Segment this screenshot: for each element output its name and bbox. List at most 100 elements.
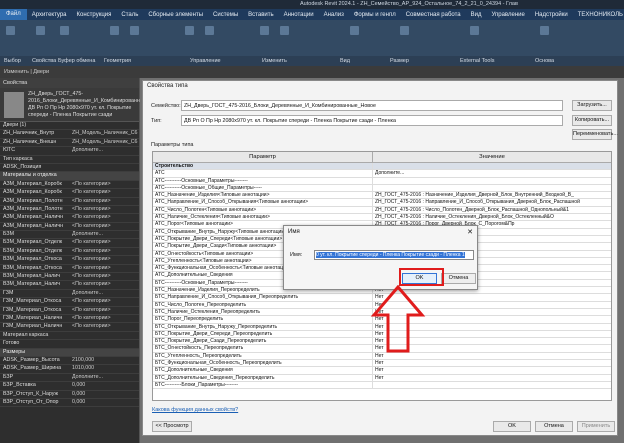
cut-icon[interactable]	[110, 26, 119, 35]
table-row[interactable]: БТС_Дополнительные_Сведения_Переопредели…	[153, 374, 611, 382]
property-value[interactable]: <По категории>	[70, 273, 139, 280]
host-icon[interactable]	[540, 26, 549, 35]
property-value[interactable]: 1010,000	[70, 365, 139, 372]
property-row[interactable]: ГЗМ Дополните...	[0, 290, 139, 299]
menu-item[interactable]: Надстройки	[530, 12, 573, 18]
property-value[interactable]: 2100,000	[70, 357, 139, 364]
property-value[interactable]: <По категории>	[70, 281, 139, 288]
name-input[interactable]: 0 ут. кл. Покрытие спереди - Пленка Покр…	[314, 250, 474, 260]
property-value[interactable]: ZH_Модель_Наличник_С6	[70, 139, 139, 146]
help-link[interactable]: Какова функция данных свойств?	[152, 407, 238, 413]
property-row[interactable]: ГЗМ_Материал_Наличн <По категории>	[0, 315, 139, 324]
table-row[interactable]: БТС----------Блоки_Параметры--------	[153, 381, 611, 390]
property-row[interactable]: БЗМ_Материал_Отделк <По категории>	[0, 239, 139, 248]
property-row[interactable]: АЗМ_Материал_Полотн <По категории>	[0, 198, 139, 206]
property-row[interactable]: ZH_Наличник_Внутр ZH_Модель_Наличник_С6	[0, 130, 139, 139]
modify-icon[interactable]	[6, 26, 15, 35]
menu-item[interactable]: ТЕХНОНИКОЛЬ	[573, 12, 624, 18]
property-row[interactable]: АЗМ_Материал_Наличн <По категории>	[0, 214, 139, 223]
paste-icon[interactable]	[60, 26, 69, 35]
property-row[interactable]: ZH_Наличник_Внешн ZH_Модель_Наличник_С6	[0, 139, 139, 148]
parameter-value[interactable]: ZH_ГОСТ_475-2016 : Число_Полотен_Дверной…	[373, 207, 611, 213]
table-row[interactable]: АТС----------Основные_Параметры--------	[153, 177, 611, 185]
property-value[interactable]: <По категории>	[70, 206, 139, 213]
parameter-value[interactable]: Нет	[373, 375, 611, 381]
menu-item[interactable]: Управление	[486, 12, 529, 18]
property-value[interactable]	[70, 332, 139, 339]
property-row[interactable]: Тип каркаса	[0, 156, 139, 164]
mirror-icon[interactable]	[280, 26, 289, 35]
parameter-value[interactable]: ZH_ГОСТ_475-2016 : Наличие_Остекления_Дв…	[373, 214, 611, 220]
property-row[interactable]: АЗМ_Материал_Полотн <По категории>	[0, 206, 139, 215]
type-select[interactable]: ДВ Рп О Пр Нр 2080х970 ут. кл. Покрытие …	[181, 115, 563, 126]
table-row[interactable]: АТС Дополните...	[153, 170, 611, 178]
property-row[interactable]: Материалы и отделка	[0, 172, 139, 181]
property-value[interactable]: Дополните...	[70, 231, 139, 238]
menu-item[interactable]: Вставить	[243, 12, 278, 18]
parameter-value[interactable]: Нет	[373, 367, 611, 373]
property-value[interactable]	[70, 349, 139, 356]
property-value[interactable]: <По категории>	[70, 198, 139, 205]
property-row[interactable]: ВЗР_Отступ_К_Наруж 0,000	[0, 391, 139, 399]
type-selector[interactable]: ZH_Дверь_ГОСТ_475-2016_Блоки_Деревянные_…	[0, 88, 165, 122]
property-value[interactable]: Дополните...	[70, 147, 139, 154]
table-row[interactable]: БТС_Функциональная_Особенность_Переопред…	[153, 360, 611, 368]
ok-button[interactable]: OK	[493, 421, 531, 432]
property-row[interactable]: ВЗР_Отступ_От_Опор 0,000	[0, 399, 139, 408]
property-value[interactable]: ZH_Модель_Наличник_С6	[70, 130, 139, 137]
parameter-value[interactable]: Дополните...	[373, 170, 611, 176]
apply-button[interactable]: Применить	[577, 421, 615, 432]
parameter-value[interactable]	[373, 163, 611, 169]
property-value[interactable]: <По категории>	[70, 265, 139, 272]
menu-item[interactable]: Формы и генпл	[349, 12, 401, 18]
menu-item[interactable]: Аннотации	[279, 12, 319, 18]
property-value[interactable]	[70, 156, 139, 163]
property-value[interactable]	[70, 164, 139, 171]
property-row[interactable]: ADSK_Позиция	[0, 164, 139, 173]
table-row[interactable]: АТС_Направление_И_Способ_Открывания<Типо…	[153, 199, 611, 207]
family-select[interactable]: ZH_Дверь_ГОСТ_475-2016_Блоки_Деревянные_…	[181, 100, 563, 111]
external-tools-icon[interactable]	[470, 26, 479, 35]
menu-item[interactable]: Вид	[466, 12, 487, 18]
property-value[interactable]: <По категории>	[70, 181, 139, 188]
property-value[interactable]: <По категории>	[70, 248, 139, 255]
close-icon[interactable]: ✕	[467, 228, 473, 236]
parameter-value[interactable]: ZH_ГОСТ_475-2016 : Направление_И_Способ_…	[373, 199, 611, 205]
property-value[interactable]: <По категории>	[70, 239, 139, 246]
property-row[interactable]: ВЗМ_Материал_Откоса <По категории>	[0, 265, 139, 274]
view-icon[interactable]	[350, 26, 359, 35]
property-row[interactable]: БЗМ Дополните...	[0, 231, 139, 240]
property-value[interactable]: 0,000	[70, 399, 139, 406]
property-row[interactable]: ГЗМ_Материал_Откоса <По категории>	[0, 298, 139, 307]
property-value[interactable]: <По категории>	[70, 323, 139, 330]
property-value[interactable]: <По категории>	[70, 256, 139, 263]
rotate-icon[interactable]	[260, 26, 269, 35]
property-row[interactable]: БЗР Дополните...	[0, 374, 139, 383]
parameter-value[interactable]	[373, 178, 611, 184]
property-row[interactable]: ЮТС Дополните...	[0, 147, 139, 156]
property-row[interactable]: АЗМ_Материал_Наличн <По категории>	[0, 223, 139, 232]
property-row[interactable]: ADSK_Размер_Ширина 1010,000	[0, 365, 139, 374]
menu-item[interactable]: Системы	[208, 12, 243, 18]
property-value[interactable]: 0,000	[70, 382, 139, 389]
property-row[interactable]: БЗР_Вставка 0,000	[0, 382, 139, 391]
table-row[interactable]: Строительство	[153, 163, 611, 171]
property-value[interactable]: <По категории>	[70, 214, 139, 221]
property-value[interactable]: <По категории>	[70, 298, 139, 305]
menu-item[interactable]: Сталь	[116, 12, 143, 18]
property-value[interactable]: Дополните...	[70, 290, 139, 297]
copy-button[interactable]: Копировать...	[572, 115, 612, 126]
property-row[interactable]: АЗМ_Материал_Коробк <По категории>	[0, 181, 139, 190]
table-row[interactable]: АТС_Число_Полотен<Типовые аннотации> ZH_Г…	[153, 206, 611, 215]
align-icon[interactable]	[185, 26, 194, 35]
instance-selector[interactable]: Двери (1)	[0, 122, 139, 131]
property-value[interactable]: Дополните...	[70, 374, 139, 381]
property-row[interactable]: АЗМ_Материал_Коробк <По категории>	[0, 189, 139, 198]
table-row[interactable]: АТС----------Основные_Общие_Параметры---…	[153, 184, 611, 193]
menu-item[interactable]: Конструкция	[72, 12, 117, 18]
menu-item[interactable]: Файл	[0, 9, 27, 20]
property-value[interactable]: <По категории>	[70, 307, 139, 314]
menu-item[interactable]: Совместная работа	[401, 12, 466, 18]
table-row[interactable]: АТС_Назначение_Изделия<Типовые аннотации…	[153, 192, 611, 200]
parameter-value[interactable]	[373, 382, 611, 388]
